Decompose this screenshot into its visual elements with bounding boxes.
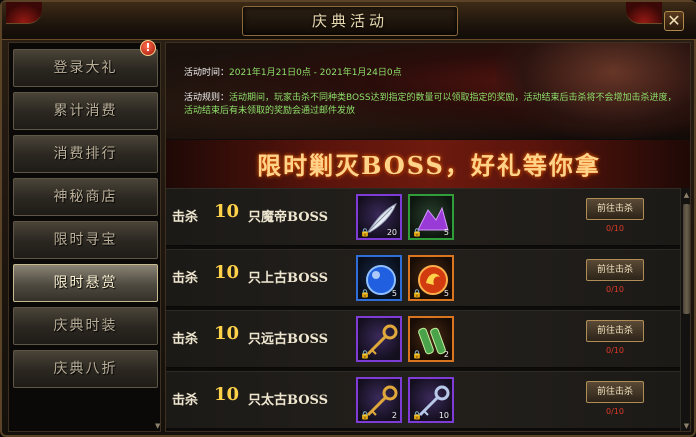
task-row: 击杀 10 只魔帝BOSS 🔒 20 🔒 5 前往击杀 0/10 — [166, 188, 680, 246]
scroll-thumb[interactable] — [683, 204, 690, 314]
kill-count: 10 — [214, 201, 240, 222]
sidebar-item-label: 庆典八折 — [53, 361, 118, 377]
go-kill-button[interactable]: 前往击杀 — [586, 381, 644, 403]
event-rule-label: 活动规则： — [184, 93, 230, 103]
sidebar-item-label: 神秘商店 — [53, 189, 118, 205]
sidebar-item-bounty[interactable]: 限时悬赏 — [13, 264, 158, 302]
lock-icon: 🔒 — [360, 228, 370, 237]
kill-count: 10 — [214, 262, 240, 283]
reward-slot[interactable]: 🔒 — [356, 316, 402, 362]
close-button[interactable]: ✕ — [664, 11, 684, 31]
boss-type: 只远古BOSS — [248, 332, 329, 347]
reward-qty: 5 — [443, 228, 449, 237]
event-rule-value: 活动期间，玩家击杀不同种类BOSS达到指定的数量可以领取指定的奖励，活动结束后击… — [184, 93, 677, 116]
boss-type: 只上古BOSS — [248, 271, 329, 286]
reward-qty: 2 — [443, 350, 449, 359]
kill-label: 击杀 — [172, 271, 199, 286]
kill-count: 10 — [214, 323, 240, 344]
task-row: 击杀 10 只远古BOSS 🔒 🔒 2 前往击杀 0/10 — [166, 310, 680, 368]
reward-qty: 5 — [391, 289, 397, 298]
reward-qty: 5 — [443, 289, 449, 298]
window-title: 庆典活动 — [311, 12, 388, 30]
reward-slot[interactable]: 🔒 2 — [356, 377, 402, 423]
kill-progress: 0/10 — [606, 224, 624, 233]
task-row: 击杀 10 只太古BOSS 🔒 2 🔒 10 前往击杀 0/10 — [166, 371, 680, 429]
scroll-up-icon[interactable]: ▲ — [682, 190, 690, 200]
lock-icon: 🔒 — [412, 411, 422, 420]
event-window: 庆典活动 ✕ 登录大礼 累计消费 消费排行 神秘商店 限时寻宝 限时悬赏 庆典时… — [0, 0, 696, 437]
sidebar-item-label: 庆典时装 — [53, 318, 118, 334]
lock-icon: 🔒 — [360, 350, 370, 359]
kill-label: 击杀 — [172, 332, 199, 347]
task-row: 击杀 10 只上古BOSS 🔒 5 🔒 5 前往击杀 0/10 — [166, 249, 680, 307]
hero-background: 活动时间：2021年1月21日0点 - 2021年1月24日0点 活动规则：活动… — [166, 43, 690, 139]
kill-progress: 0/10 — [606, 407, 624, 416]
dragon-art-icon — [496, 43, 690, 139]
ornament-left-icon — [6, 2, 42, 24]
reward-slot[interactable]: 🔒 5 — [408, 255, 454, 301]
sidebar-item-label: 登录大礼 — [53, 60, 118, 76]
alert-badge: ! — [140, 40, 156, 56]
sidebar-item-label: 限时寻宝 — [53, 232, 118, 248]
go-kill-button[interactable]: 前往击杀 — [586, 198, 644, 220]
main-panel: 活动时间：2021年1月21日0点 - 2021年1月24日0点 活动规则：活动… — [165, 42, 691, 432]
lock-icon: 🔒 — [412, 228, 422, 237]
sidebar-item-cumulative-spend[interactable]: 累计消费 — [13, 92, 158, 130]
sidebar-item-mystery-shop[interactable]: 神秘商店 — [13, 178, 158, 216]
boss-type: 只魔帝BOSS — [248, 210, 329, 225]
boss-type: 只太古BOSS — [248, 393, 329, 408]
event-time-value: 2021年1月21日0点 - 2021年1月24日0点 — [229, 68, 402, 78]
sidebar-item-treasure-hunt[interactable]: 限时寻宝 — [13, 221, 158, 259]
scroll-down-icon[interactable]: ▼ — [682, 421, 690, 431]
go-kill-button[interactable]: 前往击杀 — [586, 259, 644, 281]
sidebar: 登录大礼 累计消费 消费排行 神秘商店 限时寻宝 限时悬赏 庆典时装 庆典八折 — [8, 42, 161, 432]
sidebar-item-label: 消费排行 — [53, 146, 118, 162]
go-kill-button[interactable]: 前往击杀 — [586, 320, 644, 342]
lock-icon: 🔒 — [412, 289, 422, 298]
lock-icon: 🔒 — [360, 411, 370, 420]
event-time: 活动时间：2021年1月21日0点 - 2021年1月24日0点 — [184, 67, 402, 80]
reward-qty: 20 — [386, 228, 397, 237]
title-bar: 庆典活动 ✕ — [2, 2, 696, 40]
sidebar-item-discount[interactable]: 庆典八折 — [13, 350, 158, 388]
lock-icon: 🔒 — [412, 350, 422, 359]
task-list-scrollbar[interactable]: ▲ ▼ — [680, 188, 690, 431]
kill-progress: 0/10 — [606, 285, 624, 294]
kill-label: 击杀 — [172, 210, 199, 225]
sidebar-item-login-gift[interactable]: 登录大礼 — [13, 49, 158, 87]
promo-banner: 限时剿灭BOSS，好礼等你拿 — [166, 140, 690, 188]
sidebar-scroll-down-icon[interactable]: ▼ — [155, 422, 162, 432]
kill-label: 击杀 — [172, 393, 199, 408]
reward-slot[interactable]: 🔒 20 — [356, 194, 402, 240]
event-rule: 活动规则：活动期间，玩家击杀不同种类BOSS达到指定的数量可以领取指定的奖励，活… — [184, 92, 684, 118]
ornament-right-icon — [626, 2, 662, 24]
kill-progress: 0/10 — [606, 346, 624, 355]
sidebar-item-label: 累计消费 — [53, 103, 118, 119]
lock-icon: 🔒 — [360, 289, 370, 298]
reward-slot[interactable]: 🔒 5 — [408, 194, 454, 240]
event-time-label: 活动时间： — [184, 68, 230, 78]
reward-slot[interactable]: 🔒 10 — [408, 377, 454, 423]
close-icon: ✕ — [667, 11, 681, 30]
reward-qty: 10 — [438, 411, 449, 420]
banner-text: 限时剿灭BOSS，好礼等你拿 — [257, 151, 601, 180]
sidebar-item-spend-rank[interactable]: 消费排行 — [13, 135, 158, 173]
reward-qty: 2 — [391, 411, 397, 420]
reward-slot[interactable]: 🔒 5 — [356, 255, 402, 301]
sidebar-item-costume[interactable]: 庆典时装 — [13, 307, 158, 345]
reward-slot[interactable]: 🔒 2 — [408, 316, 454, 362]
task-list: 击杀 10 只魔帝BOSS 🔒 20 🔒 5 前往击杀 0/10 击杀 10 只上古… — [166, 188, 680, 431]
sidebar-item-label: 限时悬赏 — [53, 275, 118, 291]
kill-count: 10 — [214, 384, 240, 405]
